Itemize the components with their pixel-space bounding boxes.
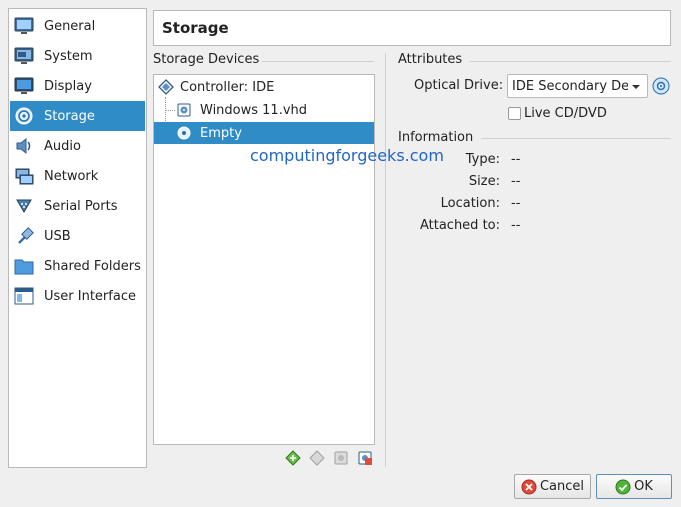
information-title: Information <box>398 130 474 145</box>
tree-controller-ide[interactable]: Controller: IDE <box>154 76 374 98</box>
watermark: computingforgeeks.com <box>250 146 444 165</box>
ok-button[interactable]: OK <box>596 474 672 499</box>
sidebar-item-storage[interactable]: Storage <box>10 101 145 131</box>
sidebar-item-audio[interactable]: Audio <box>10 131 145 161</box>
cancel-button[interactable]: Cancel <box>514 474 591 499</box>
sidebar-item-label: System <box>44 48 93 64</box>
info-key: Size: <box>468 174 500 189</box>
sidebar-item-serial-ports[interactable]: Serial Ports <box>10 191 145 221</box>
display-icon <box>13 75 35 97</box>
sidebar-item-label: Storage <box>44 108 95 124</box>
sidebar-item-user-interface[interactable]: User Interface <box>10 281 145 311</box>
attributes-title: Attributes <box>398 52 463 67</box>
info-value: -- <box>511 218 521 233</box>
panel-divider <box>385 53 386 467</box>
tree-item-label: Windows 11.vhd <box>200 102 308 118</box>
group-divider <box>262 61 374 62</box>
sidebar-item-network[interactable]: Network <box>10 161 145 191</box>
storage-tree-toolbar <box>284 449 374 467</box>
sidebar-item-system[interactable]: System <box>10 41 145 71</box>
info-value: -- <box>511 174 521 189</box>
add-controller-icon[interactable] <box>284 449 302 467</box>
info-row-attached-to: Attached to: -- <box>398 218 668 236</box>
controller-icon <box>158 79 174 95</box>
optical-drive-select[interactable]: IDE Secondary Device 0 <box>507 74 648 98</box>
remove-attachment-icon[interactable] <box>356 449 374 467</box>
tree-item-label: Empty <box>200 125 242 141</box>
group-divider <box>470 61 671 62</box>
optical-drive-value: IDE Secondary Device 0 <box>512 78 628 94</box>
ok-button-label: OK <box>634 479 653 494</box>
storage-icon <box>13 105 35 127</box>
sidebar-item-label: General <box>44 18 96 34</box>
hard-disk-icon <box>176 102 192 118</box>
chevron-down-icon <box>632 85 640 89</box>
sidebar-item-label: Serial Ports <box>44 198 118 214</box>
optical-disc-icon <box>176 125 192 141</box>
info-row-location: Location: -- <box>398 196 668 214</box>
info-value: -- <box>511 196 521 211</box>
info-key: Type: <box>465 152 500 167</box>
sidebar-item-usb[interactable]: USB <box>10 221 145 251</box>
storage-tree[interactable]: Controller: IDE Windows 11.vhd Empty <box>153 74 375 445</box>
info-key: Attached to: <box>419 218 500 233</box>
add-attachment-icon[interactable] <box>332 449 350 467</box>
info-key: Location: <box>440 196 500 211</box>
sidebar-item-label: Display <box>44 78 92 94</box>
tree-controller-label: Controller: IDE <box>180 79 275 95</box>
choose-disk-icon[interactable] <box>652 77 670 95</box>
page-title: Storage <box>153 10 671 46</box>
ok-icon <box>615 479 631 495</box>
info-row-size: Size: -- <box>398 174 668 192</box>
sidebar-item-shared-folders[interactable]: Shared Folders <box>10 251 145 281</box>
storage-devices-title: Storage Devices <box>153 52 260 67</box>
usb-icon <box>13 225 35 247</box>
user-interface-icon <box>13 285 35 307</box>
sidebar-item-general[interactable]: General <box>10 11 145 41</box>
sidebar-item-label: User Interface <box>44 288 136 304</box>
sidebar-item-label: Network <box>44 168 99 184</box>
settings-sidebar: General System Display Storage Audio Net… <box>8 8 147 468</box>
serial-ports-icon <box>13 195 35 217</box>
cancel-button-label: Cancel <box>539 479 585 494</box>
network-icon <box>13 165 35 187</box>
info-value: -- <box>511 152 521 167</box>
sidebar-item-label: Shared Folders <box>44 258 141 274</box>
live-cd-label[interactable]: Live CD/DVD <box>524 106 607 121</box>
sidebar-item-display[interactable]: Display <box>10 71 145 101</box>
system-icon <box>13 45 35 67</box>
live-cd-checkbox[interactable] <box>508 107 521 120</box>
cancel-icon <box>521 479 537 495</box>
tree-item-hard-disk[interactable]: Windows 11.vhd <box>154 99 374 121</box>
settings-window: General System Display Storage Audio Net… <box>0 0 681 507</box>
audio-icon <box>13 135 35 157</box>
sidebar-item-label: USB <box>44 228 71 244</box>
general-icon <box>13 15 35 37</box>
tree-item-optical-drive[interactable]: Empty <box>154 122 374 144</box>
shared-folders-icon <box>13 255 35 277</box>
optical-drive-label: Optical Drive: <box>414 78 504 93</box>
remove-controller-icon[interactable] <box>308 449 326 467</box>
sidebar-item-label: Audio <box>44 138 81 154</box>
group-divider <box>481 138 671 139</box>
